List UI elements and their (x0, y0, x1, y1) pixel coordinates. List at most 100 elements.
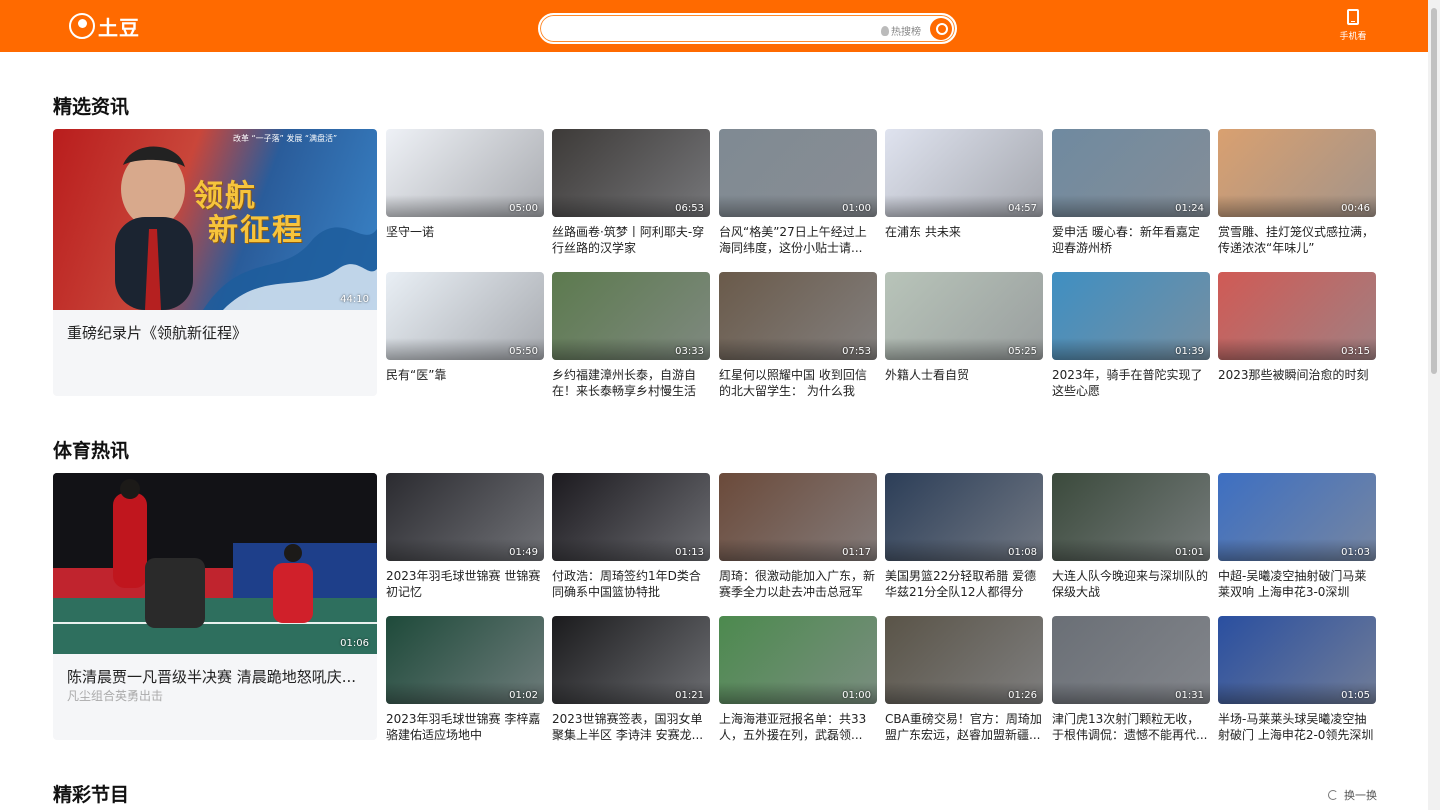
video-card[interactable]: 01:21 2023世锦赛签表，国羽女单聚集上半区 李诗沣 安赛龙... (552, 616, 710, 743)
video-title[interactable]: 台风“格美”27日上午经过上海同纬度，这份小贴士请... (719, 224, 877, 256)
duration-badge: 01:00 (842, 690, 871, 701)
video-title[interactable]: 半场-马莱莱头球吴曦凌空抽射破门 上海申花2-0领先深圳 (1218, 711, 1376, 743)
video-title[interactable]: 红星何以照耀中国 收到回信的北大留学生： 为什么我想... (719, 367, 877, 399)
video-thumbnail[interactable]: 05:25 (885, 272, 1043, 360)
video-thumbnail[interactable]: 01:03 (1218, 473, 1376, 561)
scrollbar-thumb[interactable] (1431, 8, 1437, 374)
video-title[interactable]: 赏雪雕、挂灯笼仪式感拉满，传递浓浓“年味儿” (1218, 224, 1376, 256)
video-thumbnail[interactable]: 03:33 (552, 272, 710, 360)
duration-badge: 01:24 (1175, 203, 1204, 214)
video-card[interactable]: 01:08 美国男篮22分轻取希腊 爱德华兹21分全队12人都得分 (885, 473, 1043, 600)
mobile-watch-link[interactable]: 手机看 (1335, 9, 1371, 42)
duration-badge: 01:49 (509, 547, 538, 558)
video-card[interactable]: 01:13 付政浩：周琦签约1年D类合同确系中国篮协特批 (552, 473, 710, 600)
video-thumbnail[interactable]: 01:08 (885, 473, 1043, 561)
video-thumbnail[interactable]: 01:21 (552, 616, 710, 704)
hot-search-label: 热搜榜 (891, 27, 921, 38)
logo-text: 土豆 (98, 15, 140, 40)
video-title[interactable]: 在浦东 共未来 (885, 224, 1043, 256)
video-card[interactable]: 05:25 外籍人士看自贸 (885, 272, 1043, 399)
video-card[interactable]: 01:49 2023年羽毛球世锦赛 世锦赛初记忆 (386, 473, 544, 600)
video-thumbnail[interactable]: 05:00 (386, 129, 544, 217)
video-title[interactable]: 付政浩：周琦签约1年D类合同确系中国篮协特批 (552, 568, 710, 600)
video-title[interactable]: 大连人队今晚迎来与深圳队的保级大战 (1052, 568, 1210, 600)
video-thumbnail[interactable]: 01:17 (719, 473, 877, 561)
video-thumbnail[interactable]: 01:39 (1052, 272, 1210, 360)
video-title[interactable]: 乡约福建漳州长泰，自游自在！来长泰畅享乡村慢生活 (552, 367, 710, 399)
search-input[interactable] (554, 21, 874, 39)
logo-icon (69, 13, 95, 39)
video-title[interactable]: 坚守一诺 (386, 224, 544, 256)
video-card[interactable]: 01:03 中超-吴曦凌空抽射破门马莱莱双响 上海申花3-0深圳 (1218, 473, 1376, 600)
video-thumbnail[interactable]: 01:26 (885, 616, 1043, 704)
video-thumbnail[interactable]: 01:00 (719, 129, 877, 217)
video-title[interactable]: 2023年，骑手在普陀实现了这些心愿 (1052, 367, 1210, 399)
mobile-watch-label: 手机看 (1339, 32, 1367, 42)
video-title[interactable]: 美国男篮22分轻取希腊 爱德华兹21分全队12人都得分 (885, 568, 1043, 600)
video-card[interactable]: 01:31 津门虎13次射门颗粒无收，于根伟调侃：遗憾不能再代... (1052, 616, 1210, 743)
video-card[interactable]: 00:46 赏雪雕、挂灯笼仪式感拉满，传递浓浓“年味儿” (1218, 129, 1376, 256)
video-title[interactable]: 外籍人士看自贸 (885, 367, 1043, 399)
video-title[interactable]: 2023年羽毛球世锦赛 世锦赛初记忆 (386, 568, 544, 600)
video-card[interactable]: 03:33 乡约福建漳州长泰，自游自在！来长泰畅享乡村慢生活 (552, 272, 710, 399)
video-thumbnail[interactable]: 03:15 (1218, 272, 1376, 360)
featured-sports-title[interactable]: 陈清晨贾一凡晋级半决赛 清晨跪地怒吼庆... (67, 667, 363, 687)
video-title[interactable]: 2023年羽毛球世锦赛 李梓嘉骆建佑适应场地中 (386, 711, 544, 743)
video-title[interactable]: 2023那些被瞬间治愈的时刻 (1218, 367, 1376, 399)
page-scrollbar[interactable] (1428, 0, 1440, 810)
video-title[interactable]: 2023世锦赛签表，国羽女单聚集上半区 李诗沣 安赛龙... (552, 711, 710, 743)
video-title[interactable]: 上海海港亚冠报名单：共33人，五外援在列，武磊领... (719, 711, 877, 743)
video-card[interactable]: 01:01 大连人队今晚迎来与深圳队的保级大战 (1052, 473, 1210, 600)
video-card[interactable]: 01:05 半场-马莱莱头球吴曦凌空抽射破门 上海申花2-0领先深圳 (1218, 616, 1376, 743)
featured-sports-card[interactable]: 01:06 陈清晨贾一凡晋级半决赛 清晨跪地怒吼庆... 凡尘组合英勇出击 (53, 473, 377, 740)
video-card[interactable]: 05:00 坚守一诺 (386, 129, 544, 256)
video-card[interactable]: 01:00 上海海港亚冠报名单：共33人，五外援在列，武磊领... (719, 616, 877, 743)
video-card[interactable]: 05:50 民有“医”靠 (386, 272, 544, 399)
featured-video-title[interactable]: 重磅纪录片《领航新征程》 (67, 323, 363, 343)
video-card[interactable]: 01:17 周琦：很激动能加入广东，新赛季全力以赴去冲击总冠军 (719, 473, 877, 600)
video-thumbnail[interactable]: 05:50 (386, 272, 544, 360)
search-box: 热搜榜 (538, 13, 957, 44)
featured-sports-thumbnail[interactable]: 01:06 (53, 473, 377, 654)
video-title[interactable]: 爱申活 暖心春：新年看嘉定迎春游州桥 (1052, 224, 1210, 256)
video-card[interactable]: 06:53 丝路画卷·筑梦丨阿利耶夫-穿行丝路的汉学家 (552, 129, 710, 256)
video-card[interactable]: 01:02 2023年羽毛球世锦赛 李梓嘉骆建佑适应场地中 (386, 616, 544, 743)
video-thumbnail[interactable]: 04:57 (885, 129, 1043, 217)
video-thumbnail[interactable]: 01:31 (1052, 616, 1210, 704)
video-title[interactable]: 周琦：很激动能加入广东，新赛季全力以赴去冲击总冠军 (719, 568, 877, 600)
video-thumbnail[interactable]: 01:13 (552, 473, 710, 561)
video-title[interactable]: 民有“医”靠 (386, 367, 544, 399)
video-title[interactable]: 丝路画卷·筑梦丨阿利耶夫-穿行丝路的汉学家 (552, 224, 710, 256)
section-title-programs: 精彩节目 (53, 784, 130, 806)
video-card[interactable]: 01:39 2023年，骑手在普陀实现了这些心愿 (1052, 272, 1210, 399)
video-thumbnail[interactable]: 06:53 (552, 129, 710, 217)
video-card[interactable]: 03:15 2023那些被瞬间治愈的时刻 (1218, 272, 1376, 399)
video-title[interactable]: 津门虎13次射门颗粒无收，于根伟调侃：遗憾不能再代... (1052, 711, 1210, 743)
video-thumbnail[interactable]: 01:49 (386, 473, 544, 561)
video-title[interactable]: CBA重磅交易！官方：周琦加盟广东宏远，赵睿加盟新疆... (885, 711, 1043, 743)
video-card[interactable]: 07:53 红星何以照耀中国 收到回信的北大留学生： 为什么我想... (719, 272, 877, 399)
video-card[interactable]: 04:57 在浦东 共未来 (885, 129, 1043, 256)
video-thumbnail[interactable]: 01:05 (1218, 616, 1376, 704)
video-card[interactable]: 01:26 CBA重磅交易！官方：周琦加盟广东宏远，赵睿加盟新疆... (885, 616, 1043, 743)
duration-badge: 01:26 (1008, 690, 1037, 701)
video-title[interactable]: 中超-吴曦凌空抽射破门马莱莱双响 上海申花3-0深圳 (1218, 568, 1376, 600)
hot-search-link[interactable]: 热搜榜 (881, 23, 921, 38)
video-thumbnail[interactable]: 01:24 (1052, 129, 1210, 217)
tudou-logo[interactable]: 土豆 (69, 12, 140, 40)
search-icon[interactable] (930, 18, 952, 40)
video-thumbnail[interactable]: 01:00 (719, 616, 877, 704)
duration-badge: 01:17 (842, 547, 871, 558)
video-thumbnail[interactable]: 07:53 (719, 272, 877, 360)
duration-badge: 01:05 (1341, 690, 1370, 701)
video-thumbnail[interactable]: 01:01 (1052, 473, 1210, 561)
video-thumbnail[interactable]: 01:02 (386, 616, 544, 704)
featured-thumbnail[interactable]: 改革 “一子落” 发展 “满盘活” 领航 新征程 44:10 (53, 129, 377, 310)
refresh-button[interactable]: 换一换 (1328, 787, 1377, 803)
duration-badge: 01:02 (509, 690, 538, 701)
video-card[interactable]: 01:24 爱申活 暖心春：新年看嘉定迎春游州桥 (1052, 129, 1210, 256)
video-thumbnail[interactable]: 00:46 (1218, 129, 1376, 217)
featured-video-card[interactable]: 改革 “一子落” 发展 “满盘活” 领航 新征程 44:10 重磅纪录片《领航新… (53, 129, 377, 396)
video-card[interactable]: 01:00 台风“格美”27日上午经过上海同纬度，这份小贴士请... (719, 129, 877, 256)
duration-badge: 05:00 (509, 203, 538, 214)
